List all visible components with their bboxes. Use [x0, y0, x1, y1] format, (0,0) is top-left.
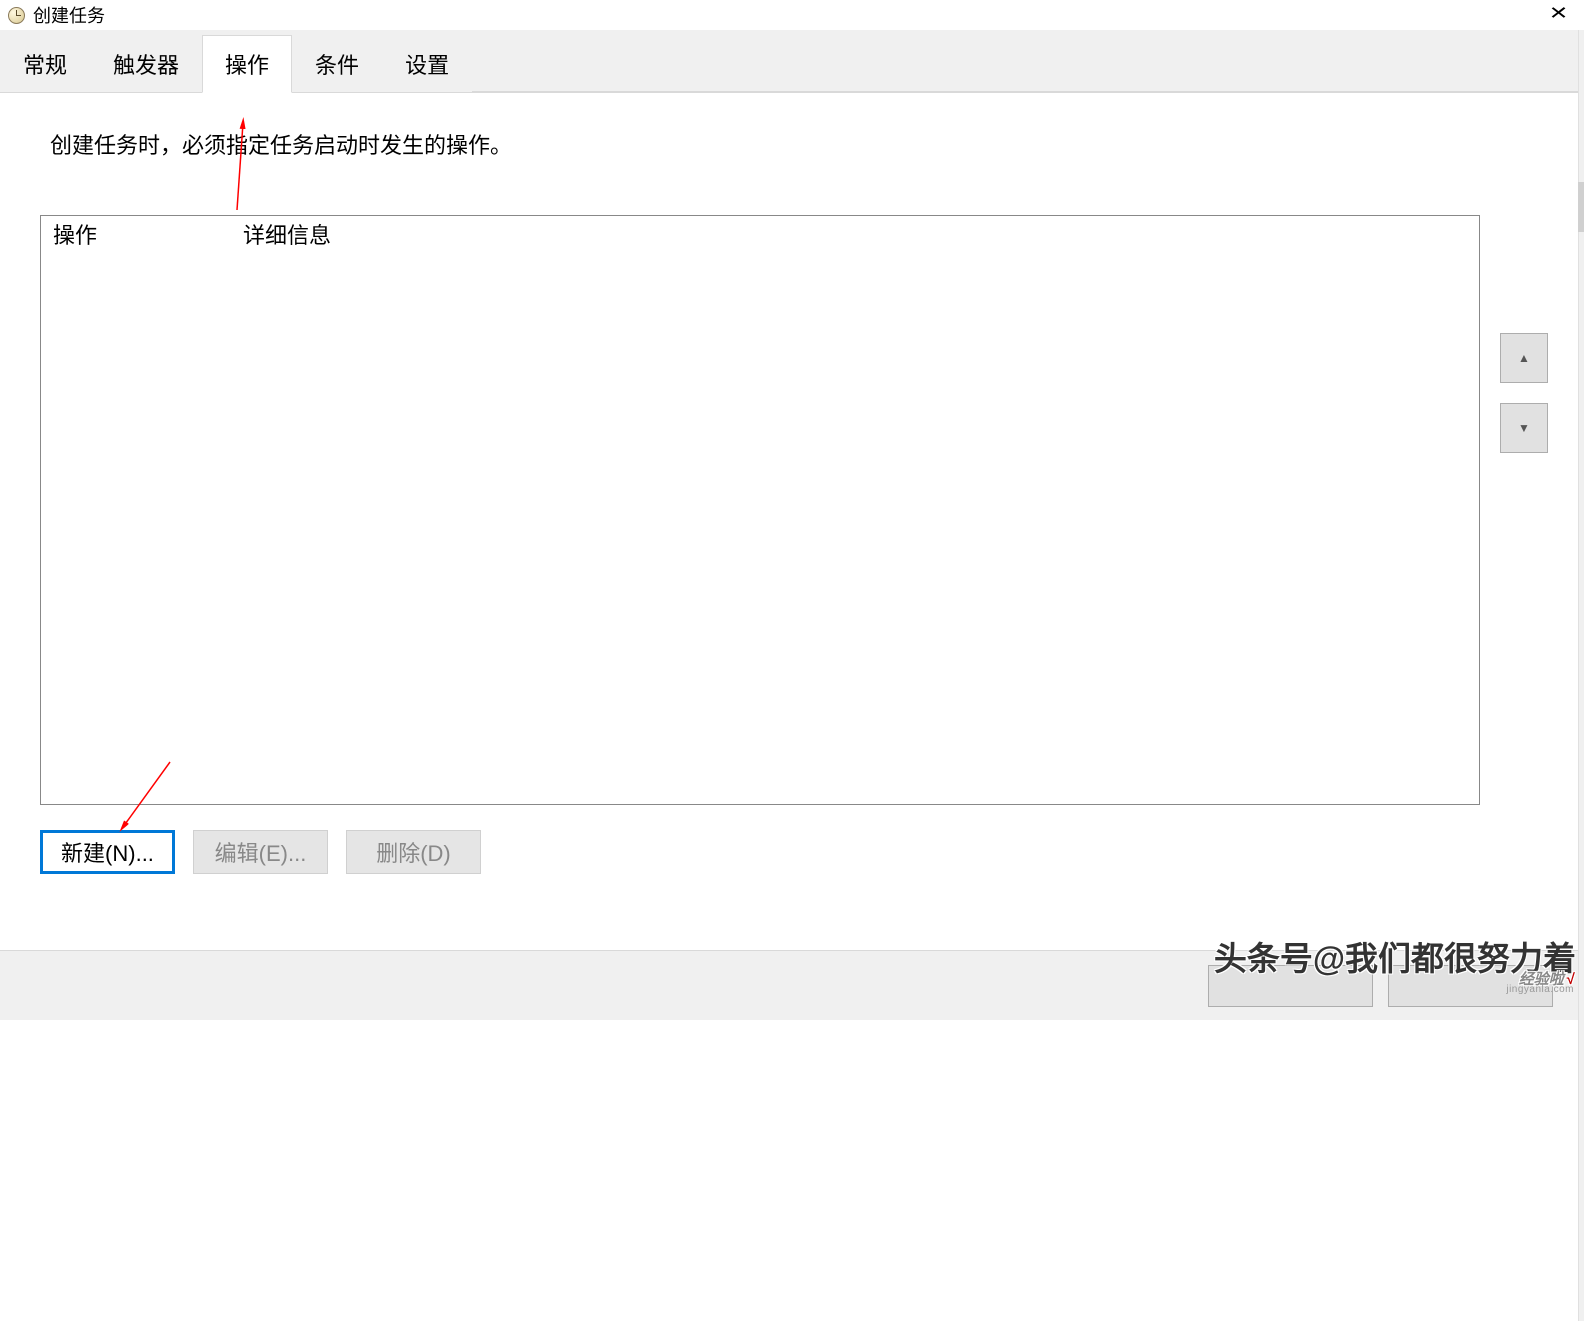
watermark-url: jingyanla.com — [1506, 984, 1574, 995]
move-down-button[interactable]: ▼ — [1500, 403, 1548, 453]
tab-actions[interactable]: 操作 — [202, 35, 292, 93]
dialog-body: 常规 触发器 操作 条件 设置 创建任务时，必须指定任务启动时发生的操作。 操作… — [0, 30, 1584, 950]
list-header: 操作 详细信息 — [41, 216, 1479, 252]
tab-triggers[interactable]: 触发器 — [90, 35, 202, 92]
tab-settings[interactable]: 设置 — [382, 35, 472, 92]
tab-content-actions: 创建任务时，必须指定任务启动时发生的操作。 操作 详细信息 ▲ ▼ 新建(N).… — [0, 93, 1583, 894]
tab-general[interactable]: 常规 — [0, 35, 90, 92]
delete-button: 删除(D) — [346, 830, 481, 874]
edit-button: 编辑(E)... — [193, 830, 328, 874]
window-title: 创建任务 — [33, 2, 105, 28]
tab-conditions[interactable]: 条件 — [292, 35, 382, 92]
actions-listbox[interactable]: 操作 详细信息 — [40, 215, 1480, 805]
main-area: 操作 详细信息 ▲ ▼ — [40, 215, 1548, 805]
side-accent — [1578, 182, 1584, 232]
below-area — [0, 1020, 1578, 1321]
move-up-button[interactable]: ▲ — [1500, 333, 1548, 383]
clock-icon — [8, 7, 25, 24]
tab-strip: 常规 触发器 操作 条件 设置 — [0, 30, 1583, 93]
move-buttons: ▲ ▼ — [1500, 215, 1548, 805]
new-button[interactable]: 新建(N)... — [40, 830, 175, 874]
column-details[interactable]: 详细信息 — [231, 213, 1479, 255]
column-action[interactable]: 操作 — [41, 213, 231, 255]
instruction-text: 创建任务时，必须指定任务启动时发生的操作。 — [50, 128, 1548, 160]
button-row: 新建(N)... 编辑(E)... 删除(D) — [40, 830, 1548, 874]
title-bar: 创建任务 ✕ — [0, 0, 1584, 30]
close-button[interactable]: ✕ — [1549, 3, 1569, 24]
